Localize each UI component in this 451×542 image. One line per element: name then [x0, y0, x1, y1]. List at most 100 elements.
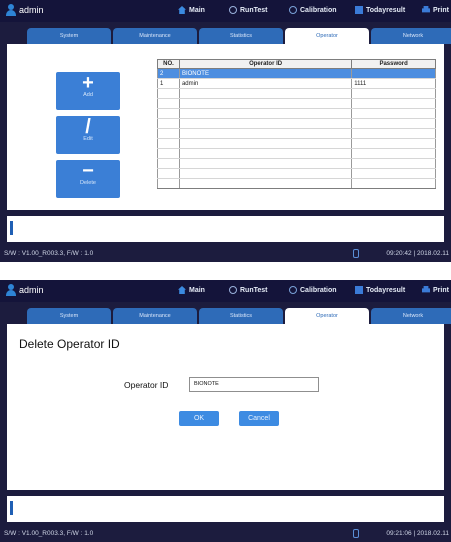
edit-label: Edit — [83, 136, 93, 142]
nav-main-label: Main — [189, 6, 205, 14]
nav-print-label: Print — [433, 6, 449, 14]
status-bar: S/W : V1.00_R003.3, F/W : 1.0 09:21:06 |… — [0, 526, 451, 542]
nav-todayresult-label: Todayresult — [366, 286, 406, 294]
calibration-icon — [289, 286, 297, 294]
nav-calibration-label: Calibration — [300, 286, 337, 294]
tab-operator[interactable]: Operator — [285, 28, 369, 44]
calibration-icon — [289, 6, 297, 14]
cell-password — [351, 68, 436, 79]
dialog-title: Delete Operator ID — [19, 337, 120, 351]
table-row-empty — [157, 108, 436, 119]
message-bar — [7, 216, 444, 242]
delete-operator-dialog: Delete Operator ID Operator ID BIONOTE O… — [7, 324, 444, 490]
datetime-text: 09:21:06 | 2018.02.11 — [386, 530, 449, 537]
nav-todayresult-button[interactable]: Todayresult — [355, 286, 405, 294]
home-icon — [178, 286, 186, 294]
delete-button[interactable]: − Delete — [56, 160, 120, 198]
user-name: admin — [19, 5, 44, 15]
table-row[interactable]: 1 admin 1111 — [157, 78, 436, 89]
col-header-operator-id: Operator ID — [178, 59, 353, 69]
delete-label: Delete — [80, 180, 96, 186]
nav-runtest-label: RunTest — [240, 286, 268, 294]
user-icon — [6, 284, 16, 296]
operator-id-label: Operator ID — [124, 380, 169, 390]
tab-statistics[interactable]: Statistics — [199, 308, 283, 324]
user-indicator: admin — [6, 4, 44, 16]
col-header-no: NO. — [157, 59, 180, 69]
lock-icon — [353, 529, 359, 538]
nav-runtest-button[interactable]: RunTest — [229, 6, 267, 14]
version-text: S/W : V1.00_R003.3, F/W : 1.0 — [4, 250, 94, 257]
tab-bar: System Maintenance Statistics Operator N… — [0, 28, 451, 44]
tab-maintenance[interactable]: Maintenance — [113, 308, 197, 324]
table-row-empty — [157, 128, 436, 139]
nav-main-button[interactable]: Main — [178, 286, 205, 294]
message-cursor — [10, 221, 13, 235]
minus-icon: − — [82, 160, 94, 182]
table-row[interactable]: 2 BIONOTE — [157, 68, 436, 79]
table-row-empty — [157, 168, 436, 179]
cell-operator-id: admin — [178, 78, 353, 89]
table-row-empty — [157, 118, 436, 129]
runtest-icon — [229, 286, 237, 294]
cell-no: 1 — [157, 78, 180, 89]
tab-statistics[interactable]: Statistics — [199, 28, 283, 44]
cell-password: 1111 — [351, 78, 436, 89]
operator-panel: + Add / Edit − Delete NO. Operator ID Pa… — [7, 44, 444, 210]
status-bar: S/W : V1.00_R003.3, F/W : 1.0 09:20:42 |… — [0, 246, 451, 262]
plus-icon: + — [82, 72, 94, 94]
tab-system[interactable]: System — [27, 308, 111, 324]
nav-todayresult-label: Todayresult — [366, 6, 406, 14]
table-row-empty — [157, 148, 436, 159]
print-icon — [422, 6, 430, 13]
ok-button[interactable]: OK — [179, 411, 219, 426]
tab-operator[interactable]: Operator — [285, 308, 369, 324]
table-row-empty — [157, 98, 436, 109]
table-header-row: NO. Operator ID Password — [157, 59, 436, 69]
table-row-empty — [157, 88, 436, 99]
tab-network[interactable]: Network — [371, 28, 451, 44]
nav-calibration-label: Calibration — [300, 6, 337, 14]
tab-bar: System Maintenance Statistics Operator N… — [0, 308, 451, 324]
tab-network[interactable]: Network — [371, 308, 451, 324]
operator-list-screen: admin Main RunTest Calibration Todayresu… — [0, 0, 451, 262]
message-bar — [7, 496, 444, 522]
nav-runtest-label: RunTest — [240, 6, 268, 14]
table-row-empty — [157, 158, 436, 169]
todayresult-icon — [355, 6, 363, 14]
top-bar: admin Main RunTest Calibration Todayresu… — [0, 280, 451, 302]
home-icon — [178, 6, 186, 14]
col-header-password: Password — [351, 59, 436, 69]
pencil-icon: / — [85, 116, 91, 138]
lock-icon — [353, 249, 359, 258]
user-indicator: admin — [6, 284, 44, 296]
add-label: Add — [83, 92, 93, 98]
nav-runtest-button[interactable]: RunTest — [229, 286, 267, 294]
runtest-icon — [229, 6, 237, 14]
tab-system[interactable]: System — [27, 28, 111, 44]
cancel-button[interactable]: Cancel — [239, 411, 279, 426]
nav-calibration-button[interactable]: Calibration — [289, 286, 337, 294]
operator-id-field[interactable]: BIONOTE — [189, 377, 319, 392]
nav-print-button[interactable]: Print — [422, 286, 449, 294]
nav-print-label: Print — [433, 286, 449, 294]
cell-no: 2 — [157, 68, 180, 79]
nav-calibration-button[interactable]: Calibration — [289, 6, 337, 14]
print-icon — [422, 286, 430, 293]
message-cursor — [10, 501, 13, 515]
user-icon — [6, 4, 16, 16]
nav-main-label: Main — [189, 286, 205, 294]
table-row-empty — [157, 138, 436, 149]
edit-button[interactable]: / Edit — [56, 116, 120, 154]
nav-main-button[interactable]: Main — [178, 6, 205, 14]
table-row-empty — [157, 178, 436, 189]
nav-print-button[interactable]: Print — [422, 6, 449, 14]
datetime-text: 09:20:42 | 2018.02.11 — [386, 250, 449, 257]
todayresult-icon — [355, 286, 363, 294]
top-bar: admin Main RunTest Calibration Todayresu… — [0, 0, 451, 22]
user-name: admin — [19, 285, 44, 295]
nav-todayresult-button[interactable]: Todayresult — [355, 6, 405, 14]
add-button[interactable]: + Add — [56, 72, 120, 110]
cell-operator-id: BIONOTE — [178, 68, 353, 79]
tab-maintenance[interactable]: Maintenance — [113, 28, 197, 44]
